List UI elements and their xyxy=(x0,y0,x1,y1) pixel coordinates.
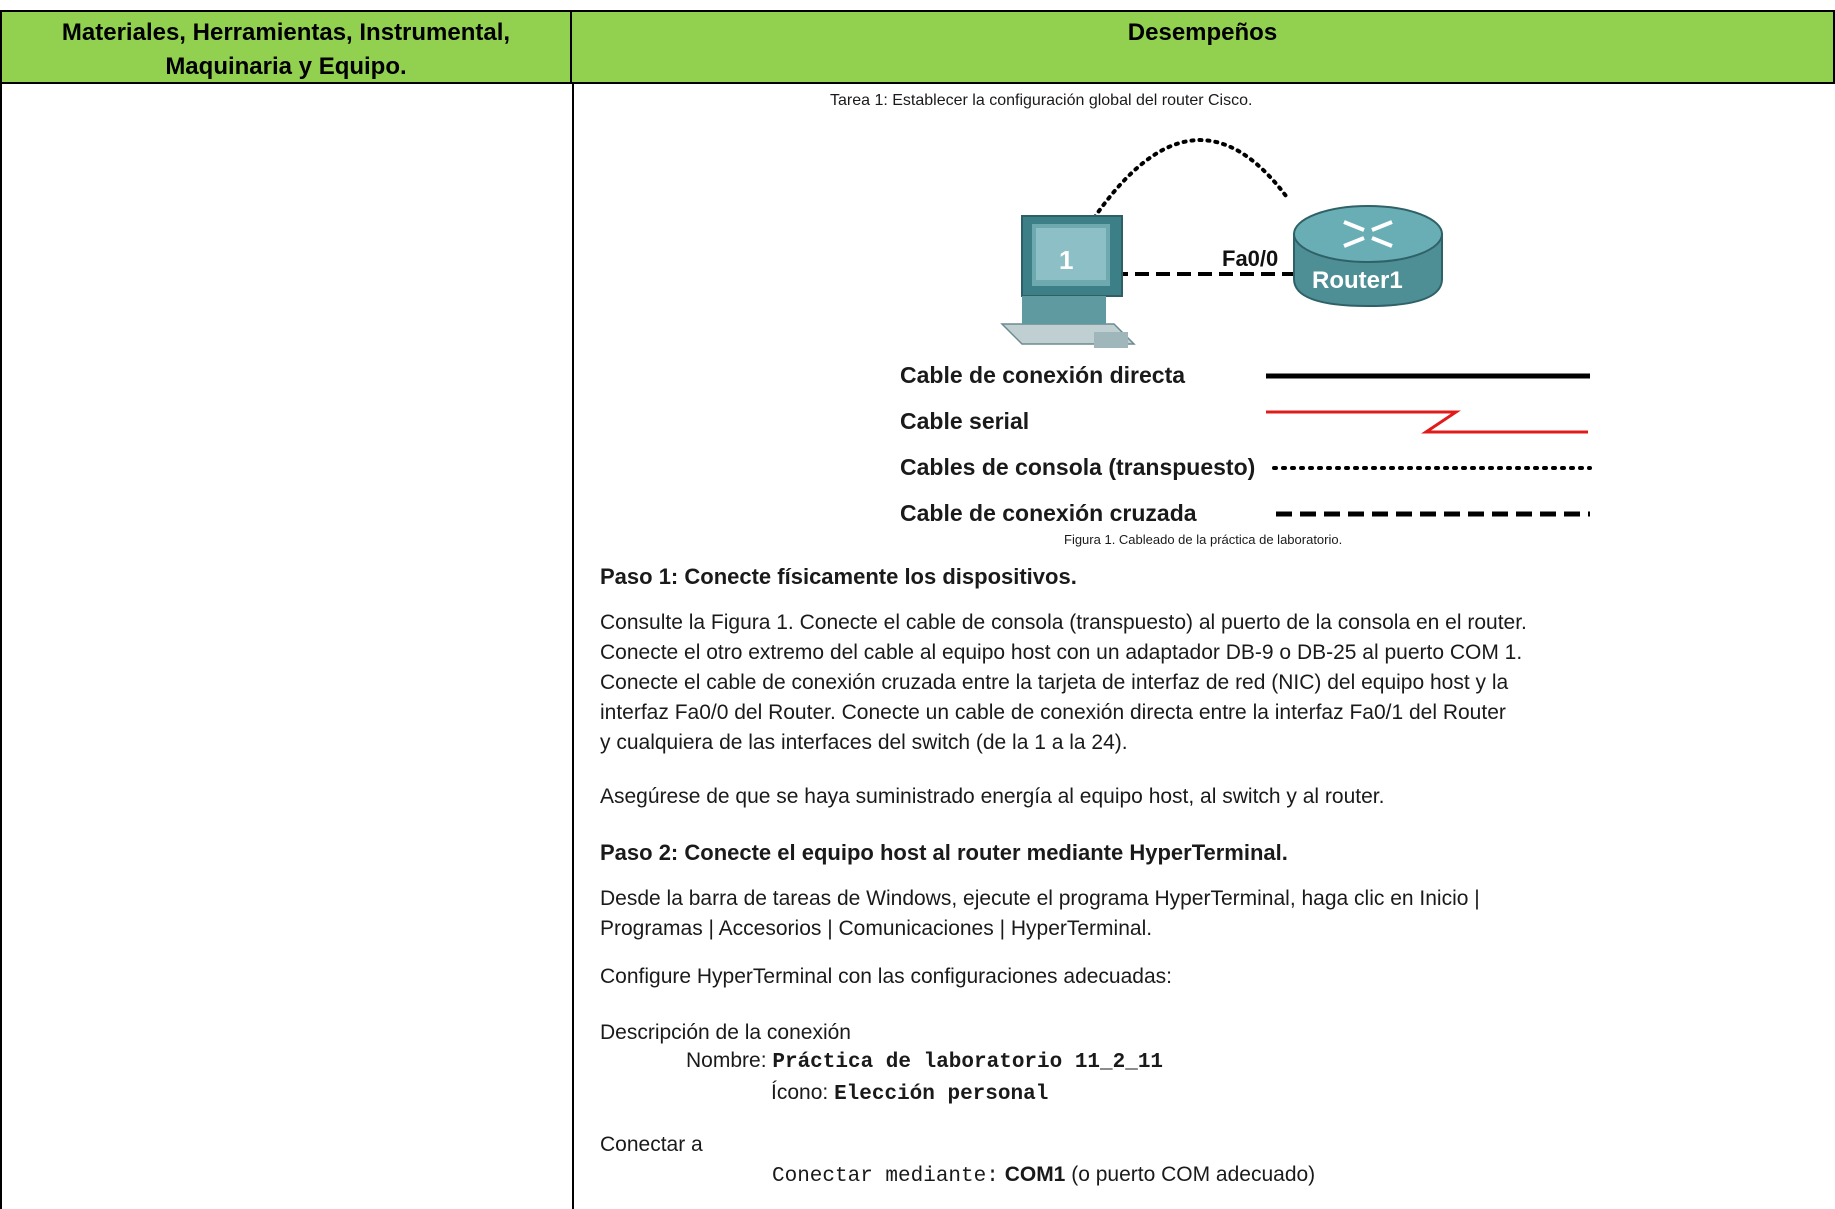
connection-icon-row: Ícono: Elección personal xyxy=(771,1078,1835,1110)
step1-power-note: Asegúrese de que se haya suministrado en… xyxy=(600,785,1385,808)
step1-line: Conecte el otro extremo del cable al equ… xyxy=(600,641,1523,664)
legend-crossover-label: Cable de conexión cruzada xyxy=(900,500,1197,526)
pc-icon xyxy=(1000,215,1136,348)
step1-body: Consulte la Figura 1. Conecte el cable d… xyxy=(600,608,1830,758)
header-materials-text: Materiales, Herramientas, Instrumental, … xyxy=(61,19,511,80)
connection-description-heading: Descripción de la conexión xyxy=(600,1021,851,1044)
connection-name-value: Práctica de laboratorio 11_2_11 xyxy=(772,1051,1164,1074)
console-cable-arc xyxy=(1092,138,1288,220)
connection-icon-label: Ícono: xyxy=(771,1081,829,1104)
step2-body: Desde la barra de tareas de Windows, eje… xyxy=(600,884,1830,944)
connection-name-row: Nombre: Práctica de laboratorio 11_2_11 xyxy=(686,1046,1835,1078)
connect-using-value: COM1 xyxy=(1004,1163,1066,1186)
connect-using-row: Conectar mediante: COM1 (o puerto COM ad… xyxy=(772,1160,1835,1192)
connect-to-heading: Conectar a xyxy=(600,1133,703,1156)
header-cell-materials: Materiales, Herramientas, Instrumental, … xyxy=(0,10,572,84)
step1-line: Conecte el cable de conexión cruzada ent… xyxy=(600,671,1509,694)
legend-serial-label: Cable serial xyxy=(900,408,1030,434)
header-cell-performance: Desempeños xyxy=(572,10,1835,84)
interface-label: Fa0/0 xyxy=(1222,246,1278,271)
pc-label: 1 xyxy=(1059,245,1073,275)
step1-line: y cualquiera de las interfaces del switc… xyxy=(600,731,1128,754)
step2-configure: Configure HyperTerminal con las configur… xyxy=(600,965,1172,988)
router-label: Router1 xyxy=(1312,267,1403,294)
header-performance-text: Desempeños xyxy=(1127,19,1278,46)
legend-straight-label: Cable de conexión directa xyxy=(900,362,1186,388)
table-left-border xyxy=(0,84,2,1209)
connection-icon-value: Elección personal xyxy=(834,1083,1049,1106)
connection-name-label: Nombre: xyxy=(686,1049,767,1072)
legend-serial-line xyxy=(1266,410,1588,434)
connect-using-note: (o puerto COM adecuado) xyxy=(1071,1163,1316,1186)
step2-line: Programas | Accesorios | Comunicaciones … xyxy=(600,917,1153,940)
performance-content: Tarea 1: Establecer la configuración glo… xyxy=(574,84,1835,1209)
step1-title: Paso 1: Conecte físicamente los disposit… xyxy=(600,564,1077,589)
step1-line: interfaz Fa0/0 del Router. Conecte un ca… xyxy=(600,701,1506,724)
step1-line: Consulte la Figura 1. Conecte el cable d… xyxy=(600,611,1527,634)
connect-using-label: Conectar mediante: xyxy=(772,1165,999,1188)
figure-caption: Figura 1. Cableado de la práctica de lab… xyxy=(1064,532,1343,547)
step2-line: Desde la barra de tareas de Windows, eje… xyxy=(600,887,1480,910)
legend-console-label: Cables de consola (transpuesto) xyxy=(900,454,1256,480)
network-diagram: 1 Fa0/0 Router1 xyxy=(1000,138,1592,517)
step2-title: Paso 2: Conecte el equipo host al router… xyxy=(600,840,1288,865)
